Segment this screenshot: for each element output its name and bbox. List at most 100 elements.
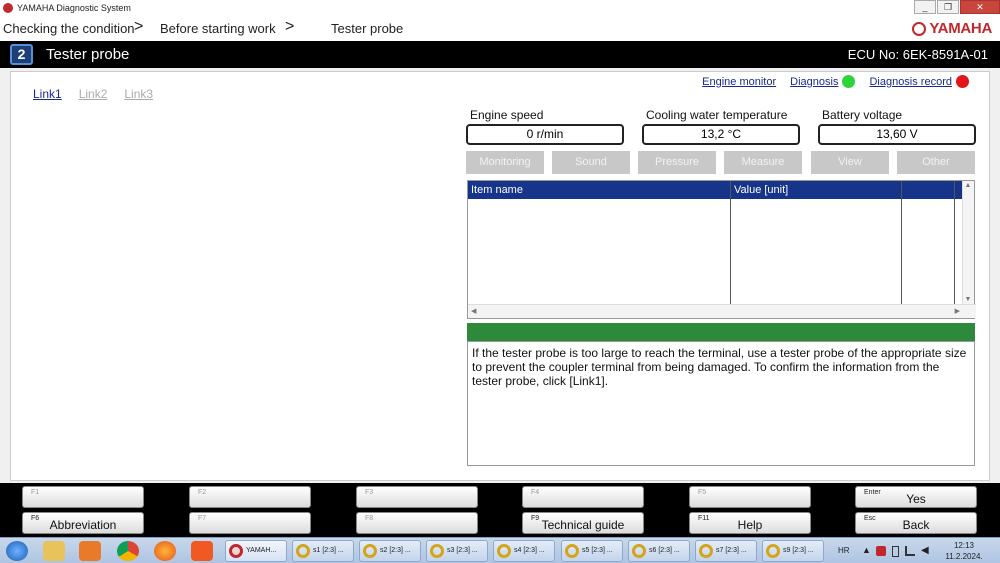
function-key-bar: F1 F2 F3 F4 F5 Enter Yes F6 Abbreviation F… bbox=[0, 483, 1000, 537]
sound-button[interactable]: Sound bbox=[552, 151, 630, 174]
link3: Link3 bbox=[124, 87, 154, 101]
engine-speed-label: Engine speed bbox=[470, 108, 544, 122]
action-center-flag-icon[interactable] bbox=[876, 546, 886, 556]
battery-voltage-label: Battery voltage bbox=[822, 108, 903, 122]
battery-icon[interactable] bbox=[892, 546, 899, 557]
ecu-number: ECU No: 6EK-8591A-01 bbox=[848, 47, 988, 62]
data-table: Item name Value [unit] ▲ ▼ ◀ ▶ bbox=[467, 180, 976, 319]
yamaha-logo: YAMAHA bbox=[912, 20, 992, 37]
taskbar-item-s6[interactable]: s6 [2:3] ... bbox=[628, 540, 690, 562]
breadcrumb-separator: > bbox=[285, 18, 295, 35]
scroll-down-arrow-icon[interactable]: ▼ bbox=[963, 296, 973, 303]
taskbar-item-s5[interactable]: s5 [2:3] ... bbox=[561, 540, 623, 562]
column-header-item-name: Item name bbox=[468, 181, 730, 199]
minimize-button[interactable]: _ bbox=[914, 0, 936, 14]
horizontal-scrollbar[interactable]: ◀ ▶ bbox=[468, 304, 976, 318]
language-indicator[interactable]: HR bbox=[838, 546, 850, 555]
tray-expand-icon[interactable]: ▲ bbox=[862, 545, 871, 555]
app-ring-icon bbox=[430, 544, 444, 558]
other-button[interactable]: Other bbox=[897, 151, 975, 174]
link1[interactable]: Link1 bbox=[33, 87, 62, 101]
f1-button[interactable]: F1 bbox=[22, 486, 144, 508]
ecu-value: 6EK-8591A-01 bbox=[902, 47, 988, 62]
diagnosis-record-link[interactable]: Diagnosis record bbox=[869, 76, 952, 88]
link2: Link2 bbox=[78, 87, 108, 101]
column-header-extra bbox=[902, 181, 954, 199]
window-controls: _ ❐ ✕ bbox=[913, 0, 1000, 14]
window-title: YAMAHA Diagnostic System bbox=[17, 2, 131, 13]
yes-button[interactable]: Enter Yes bbox=[855, 486, 977, 508]
taskbar-item-s3[interactable]: s3 [2:3] ... bbox=[426, 540, 488, 562]
main-panel: Engine monitor Diagnosis Diagnosis recor… bbox=[10, 71, 990, 481]
taskbar-item-s4[interactable]: s4 [2:3] ... bbox=[493, 540, 555, 562]
view-button[interactable]: View bbox=[811, 151, 889, 174]
app-ring-icon bbox=[497, 544, 511, 558]
ecu-label: ECU No: bbox=[847, 47, 900, 62]
media-player-icon[interactable] bbox=[79, 541, 101, 561]
taskbar-item-s2[interactable]: s2 [2:3] ... bbox=[359, 540, 421, 562]
breadcrumb: Checking the condition > Before starting… bbox=[0, 15, 1000, 41]
file-explorer-icon[interactable] bbox=[43, 541, 65, 561]
f8-button[interactable]: F8 bbox=[356, 512, 478, 534]
diagnosis-link[interactable]: Diagnosis bbox=[790, 76, 838, 88]
scroll-left-arrow-icon[interactable]: ◀ bbox=[471, 307, 476, 315]
column-divider bbox=[954, 181, 955, 304]
breadcrumb-item-checking-condition[interactable]: Checking the condition bbox=[3, 21, 135, 36]
tester-probe-page-icon: 2 bbox=[10, 44, 33, 65]
logo-text: YAMAHA bbox=[929, 20, 992, 37]
clock-date[interactable]: 11.2.2024. bbox=[942, 552, 986, 561]
app-ring-icon bbox=[296, 544, 310, 558]
taskbar-item-s9[interactable]: s9 [2:3] ... bbox=[762, 540, 824, 562]
column-divider bbox=[901, 181, 902, 304]
chrome-icon[interactable] bbox=[117, 541, 139, 561]
network-icon[interactable] bbox=[905, 546, 915, 556]
message-text: If the tester probe is too large to reac… bbox=[467, 341, 975, 466]
help-button[interactable]: F11 Help bbox=[689, 512, 811, 534]
engine-speed-value: 0 r/min bbox=[466, 124, 624, 145]
diagnosis-record-status-indicator-icon bbox=[956, 75, 969, 88]
back-button[interactable]: Esc Back bbox=[855, 512, 977, 534]
clock-time[interactable]: 12:13 bbox=[942, 541, 986, 550]
tuning-fork-logo-icon bbox=[912, 21, 927, 36]
scroll-up-arrow-icon[interactable]: ▲ bbox=[963, 182, 973, 189]
app-ring-icon bbox=[632, 544, 646, 558]
diagnosis-status-indicator-icon bbox=[842, 75, 856, 88]
top-links: Engine monitor Diagnosis Diagnosis recor… bbox=[688, 75, 969, 88]
monitoring-button[interactable]: Monitoring bbox=[466, 151, 544, 174]
close-button[interactable]: ✕ bbox=[960, 0, 1000, 14]
f7-button[interactable]: F7 bbox=[189, 512, 311, 534]
taskbar-item-yamaha[interactable]: YAMAH... bbox=[225, 540, 287, 562]
taskbar-item-s1[interactable]: s1 [2:3] ... bbox=[292, 540, 354, 562]
battery-voltage-value: 13,60 V bbox=[818, 124, 976, 145]
volume-icon[interactable]: ◀ bbox=[921, 545, 929, 556]
f4-button[interactable]: F4 bbox=[522, 486, 644, 508]
firefox-icon[interactable] bbox=[154, 541, 176, 561]
f5-button[interactable]: F5 bbox=[689, 486, 811, 508]
f3-button[interactable]: F3 bbox=[356, 486, 478, 508]
brave-icon[interactable] bbox=[191, 541, 213, 561]
start-orb-icon[interactable] bbox=[6, 541, 28, 561]
yamaha-app-icon bbox=[229, 544, 243, 558]
page-title: Tester probe bbox=[46, 46, 130, 63]
cooling-water-temperature-label: Cooling water temperature bbox=[646, 108, 788, 122]
breadcrumb-separator: > bbox=[134, 18, 144, 35]
message-header-bar bbox=[467, 323, 975, 341]
pressure-button[interactable]: Pressure bbox=[638, 151, 716, 174]
engine-monitor-link[interactable]: Engine monitor bbox=[702, 76, 776, 88]
breadcrumb-item-before-starting-work[interactable]: Before starting work bbox=[160, 21, 276, 36]
app-ring-icon bbox=[363, 544, 377, 558]
app-ring-icon bbox=[699, 544, 713, 558]
measure-button[interactable]: Measure bbox=[724, 151, 802, 174]
taskbar-item-s7[interactable]: s7 [2:3] ... bbox=[695, 540, 757, 562]
abbreviation-button[interactable]: F6 Abbreviation bbox=[22, 512, 144, 534]
scroll-right-arrow-icon[interactable]: ▶ bbox=[955, 307, 960, 315]
restore-button[interactable]: ❐ bbox=[937, 0, 959, 14]
column-divider bbox=[730, 181, 731, 304]
link-list: Link1 Link2 Link3 bbox=[33, 87, 170, 101]
vertical-scrollbar[interactable]: ▲ ▼ bbox=[962, 181, 974, 304]
windows-taskbar: YAMAH... s1 [2:3] ... s2 [2:3] ... s3 [2… bbox=[0, 537, 1000, 563]
app-icon bbox=[3, 2, 13, 13]
app-ring-icon bbox=[766, 544, 780, 558]
f2-button[interactable]: F2 bbox=[189, 486, 311, 508]
technical-guide-button[interactable]: F9 Technical guide bbox=[522, 512, 644, 534]
